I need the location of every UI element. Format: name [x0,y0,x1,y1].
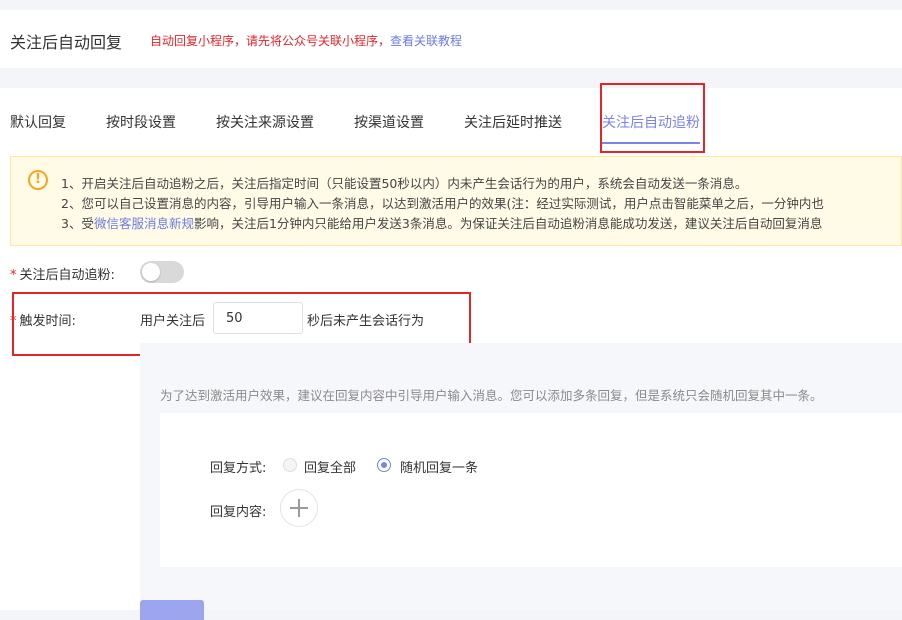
main-card: 默认回复 按时段设置 按关注来源设置 按渠道设置 关注后延时推送 关注后自动追粉… [0,83,902,620]
trigger-time-row: * 触发时间: [10,310,76,329]
tab-bar: 默认回复 按时段设置 按关注来源设置 按渠道设置 关注后延时推送 关注后自动追粉 [0,83,902,153]
tab-by-channel[interactable]: 按渠道设置 [354,112,424,132]
auto-follow-row: * 关注后自动追粉: [10,264,115,283]
wechat-rules-link[interactable]: 微信客服消息新规 [94,216,194,231]
tab-default-reply[interactable]: 默认回复 [10,112,66,132]
reply-settings-panel: 为了达到激活用户效果，建议在回复内容中引导用户输入消息。您可以添加多条回复，但是… [140,343,902,620]
auto-follow-toggle[interactable] [140,261,184,283]
alert-line-3-suffix: 影响，关注后1分钟内只能给用户发送3条消息。为保证关注后自动追粉消息能成功发送，… [193,216,823,231]
page-title: 关注后自动回复 [10,33,123,52]
notice-text: 自动回复小程序，请先将公众号关联小程序， [150,34,391,48]
header-card: 关注后自动回复 自动回复小程序，请先将公众号关联小程序，查看关联教程 [0,10,902,68]
mini-program-notice: 自动回复小程序，请先将公众号关联小程序，查看关联教程 [150,32,462,49]
alert-line-1: 1、开启关注后自动追粉之后，关注后指定时间（只能设置50秒以内）内未产生会话行为… [61,176,748,191]
required-mark: * [10,314,17,329]
reply-random-radio[interactable] [377,458,391,472]
reply-mode-label: 回复方式: [210,461,267,476]
trigger-seconds-input[interactable] [213,302,303,334]
trigger-time-label: 触发时间: [19,314,76,329]
info-alert: ! 1、开启关注后自动追粉之后，关注后指定时间（只能设置50秒以内）内未产生会话… [10,156,902,246]
add-reply-plus-icon[interactable] [280,489,318,527]
top-strip [0,0,902,10]
reply-content-label: 回复内容: [210,505,267,520]
alert-line-3-prefix: 3、受 [61,216,94,231]
required-mark: * [10,268,17,283]
trigger-suffix-text: 秒后未产生会话行为 [307,314,425,329]
reply-hint-text: 为了达到激活用户效果，建议在回复内容中引导用户输入消息。您可以添加多条回复，但是… [160,388,823,403]
trigger-prefix-text: 用户关注后 [140,314,206,329]
tab-auto-follow-up[interactable]: 关注后自动追粉 [602,112,700,132]
reply-all-label[interactable]: 回复全部 [304,457,356,476]
tab-by-follow-source[interactable]: 按关注来源设置 [216,112,314,132]
tab-delayed-push[interactable]: 关注后延时推送 [464,112,562,132]
alert-line-3: 3、受微信客服消息新规影响，关注后1分钟内只能给用户发送3条消息。为保证关注后自… [61,213,822,232]
toggle-knob [142,263,160,281]
reply-options-card: 回复方式: 回复全部 随机回复一条 回复内容: [160,413,902,567]
warning-icon: ! [28,170,48,190]
alert-line-2: 2、您可以自己设置消息的内容，引导用户输入一条消息，以达到激活用户的效果(注：经… [61,196,824,211]
reply-random-label[interactable]: 随机回复一条 [400,457,478,476]
notice-tutorial-link[interactable]: 查看关联教程 [390,34,462,48]
save-button[interactable] [140,600,204,620]
auto-follow-label: 关注后自动追粉: [19,268,115,283]
tab-by-time[interactable]: 按时段设置 [106,112,176,132]
active-tab-underline [600,142,700,144]
reply-all-radio[interactable] [283,458,297,472]
